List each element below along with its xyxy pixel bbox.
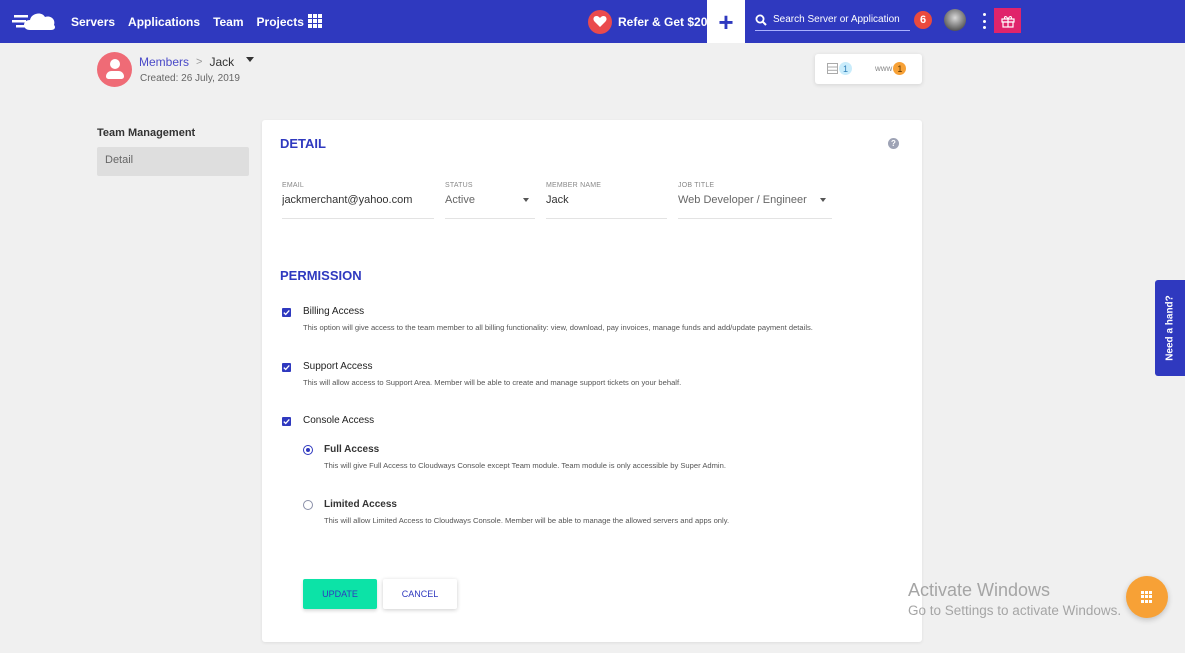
search-icon: [755, 14, 767, 26]
chevron-down-icon: [523, 198, 529, 202]
chevron-down-icon: [820, 198, 826, 202]
job-title-select[interactable]: Web Developer / Engineer: [678, 194, 832, 206]
console-access-checkbox[interactable]: [282, 417, 291, 426]
watermark-title: Activate Windows: [908, 580, 1051, 600]
member-name-label: MEMBER NAME: [546, 182, 602, 189]
billing-access-checkbox[interactable]: [282, 308, 291, 317]
full-access-radio[interactable]: [303, 445, 313, 455]
member-avatar: [97, 52, 132, 87]
detail-heading: DETAIL: [280, 136, 326, 151]
server-icon: [827, 63, 838, 74]
limited-access-label: Limited Access: [324, 499, 397, 510]
full-access-label: Full Access: [324, 444, 380, 455]
refer-label: Refer & Get $20: [618, 14, 708, 29]
job-title-field: JOB TITLE Web Developer / Engineer: [678, 182, 832, 219]
need-a-hand-tab[interactable]: Need a hand?: [1155, 280, 1185, 376]
email-input[interactable]: [282, 194, 434, 206]
nav-team[interactable]: Team: [213, 15, 243, 29]
windows-activation-watermark: Activate Windows Go to Settings to activ…: [908, 580, 1121, 618]
sidebar-item-detail[interactable]: Detail: [97, 147, 249, 176]
member-switch-dropdown-icon[interactable]: [246, 56, 255, 62]
gift-button[interactable]: [994, 8, 1021, 33]
grid-icon: [1141, 591, 1153, 603]
email-field: EMAIL: [282, 182, 434, 219]
quick-menu-button[interactable]: [1126, 576, 1168, 618]
main-nav: Servers Applications Team Projects: [71, 0, 317, 43]
servers-counter[interactable]: 1: [827, 62, 852, 75]
job-title-label: JOB TITLE: [678, 182, 715, 189]
member-name-field: MEMBER NAME: [546, 182, 667, 219]
apps-grid-icon[interactable]: [308, 14, 322, 28]
sidebar-title: Team Management: [97, 127, 196, 139]
breadcrumb-members-link[interactable]: Members: [139, 55, 189, 69]
cloudways-logo[interactable]: [12, 8, 58, 34]
need-a-hand-label: Need a hand?: [1164, 295, 1176, 361]
www-icon: www: [875, 64, 893, 73]
status-select[interactable]: Active: [445, 194, 535, 206]
permission-heading: PERMISSION: [280, 268, 362, 283]
update-button[interactable]: UPDATE: [303, 579, 377, 609]
nav-servers[interactable]: Servers: [71, 15, 115, 29]
search-input[interactable]: [773, 14, 908, 25]
job-title-value: Web Developer / Engineer: [678, 194, 807, 206]
status-value: Active: [445, 194, 475, 206]
console-access-label: Console Access: [303, 415, 375, 426]
email-label: EMAIL: [282, 182, 305, 189]
detail-card: DETAIL ? EMAIL STATUS Active MEMBER NAME…: [262, 120, 922, 642]
support-access-label: Support Access: [303, 361, 373, 372]
support-access-checkbox[interactable]: [282, 363, 291, 372]
billing-access-label: Billing Access: [303, 306, 365, 317]
breadcrumb-current: Jack: [209, 55, 235, 69]
support-access-desc: This will allow access to Support Area. …: [303, 378, 682, 387]
nav-projects[interactable]: Projects: [257, 15, 304, 29]
apps-counter[interactable]: www 1: [875, 62, 907, 75]
breadcrumb-separator: >: [196, 56, 203, 68]
limited-access-desc: This will allow Limited Access to Cloudw…: [324, 516, 730, 525]
limited-access-radio[interactable]: [303, 500, 313, 510]
top-navbar: Servers Applications Team Projects Refer…: [0, 0, 1185, 43]
heart-icon: [588, 9, 612, 34]
resource-counters: 1 www 1: [815, 54, 922, 84]
breadcrumb: Members > Jack: [139, 55, 255, 69]
watermark-subtitle: Go to Settings to activate Windows.: [908, 603, 1122, 618]
add-new-button[interactable]: +: [707, 0, 745, 43]
servers-count: 1: [839, 62, 852, 75]
nav-applications[interactable]: Applications: [128, 15, 200, 29]
help-icon[interactable]: ?: [888, 138, 899, 149]
refer-button[interactable]: Refer & Get $20: [588, 9, 707, 34]
member-name-input[interactable]: [546, 194, 667, 206]
gift-icon: [1000, 15, 1015, 28]
user-avatar[interactable]: [944, 9, 966, 31]
billing-access-desc: This option will give access to the team…: [303, 323, 813, 332]
cancel-button[interactable]: CANCEL: [383, 579, 457, 609]
status-field: STATUS Active: [445, 182, 535, 219]
notification-badge[interactable]: 6: [914, 11, 932, 29]
full-access-desc: This will give Full Access to Cloudways …: [324, 461, 726, 470]
status-label: STATUS: [445, 182, 473, 189]
search-box: [755, 9, 910, 31]
created-date: Created: 26 July, 2019: [140, 73, 240, 84]
apps-count: 1: [893, 62, 907, 75]
more-menu-icon[interactable]: [981, 13, 987, 29]
